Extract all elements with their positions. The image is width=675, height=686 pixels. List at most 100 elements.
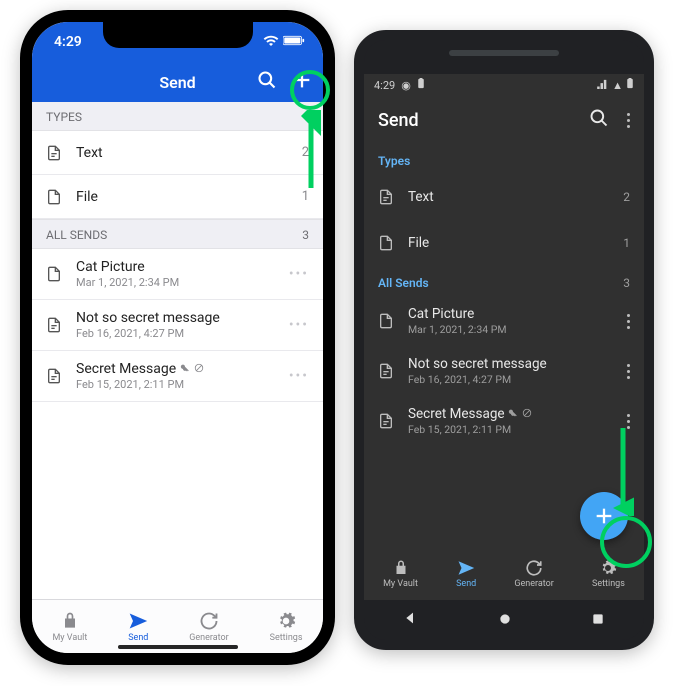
text-icon — [46, 145, 64, 161]
android-clock: 4:29 — [374, 79, 395, 92]
tab-label: Settings — [270, 633, 303, 643]
tab-send[interactable]: Send — [456, 559, 476, 589]
row-label: Text — [408, 189, 434, 205]
tab-send[interactable]: Send — [128, 611, 148, 643]
send-timestamp: Feb 16, 2021, 4:27 PM — [76, 327, 220, 340]
row-label: File — [76, 189, 98, 205]
status-dnd-icon: ◉ — [401, 79, 411, 92]
wifi-icon — [263, 34, 279, 50]
row-label: Text — [76, 145, 103, 161]
section-label: ALL SENDS — [46, 228, 107, 242]
tab-label: My Vault — [383, 579, 418, 589]
send-title: Not so secret message — [408, 356, 547, 372]
file-icon — [46, 266, 64, 282]
ios-page-title: Send — [159, 73, 195, 92]
tab-label: Send — [128, 633, 148, 643]
row-count: 1 — [302, 189, 309, 204]
android-appbar: Send — [364, 96, 644, 144]
row-count: 2 — [302, 145, 309, 160]
tab-label: Generator — [514, 579, 553, 589]
more-icon[interactable]: ••• — [289, 368, 309, 384]
iphone-frame: 4:29 Send TYPES Text — [20, 10, 335, 665]
send-timestamp: Feb 15, 2021, 2:11 PM — [76, 378, 204, 391]
send-timestamp: Feb 15, 2021, 2:11 PM — [408, 423, 532, 436]
nav-recents-icon[interactable] — [591, 611, 605, 630]
add-button[interactable] — [291, 69, 313, 95]
battery-icon — [626, 78, 634, 92]
cell-icon: ▲ — [612, 79, 623, 92]
battery-icon — [283, 34, 305, 50]
android-frame: 4:29 ◉ ▲ Send — [354, 30, 654, 650]
tab-generator[interactable]: Generator — [189, 611, 228, 643]
send-timestamp: Mar 1, 2021, 2:34 PM — [408, 323, 507, 336]
section-label: Types — [378, 154, 410, 168]
ios-type-text-row[interactable]: Text 2 — [32, 131, 323, 175]
home-indicator — [118, 645, 238, 649]
add-button[interactable] — [580, 492, 628, 540]
search-icon[interactable] — [257, 70, 277, 94]
send-title: Not so secret message — [76, 310, 220, 326]
disabled-icon — [522, 406, 532, 422]
text-icon — [378, 413, 396, 429]
send-title: Secret Message — [76, 361, 204, 377]
ios-send-row[interactable]: Cat Picture Mar 1, 2021, 2:34 PM ••• — [32, 249, 323, 300]
tab-label: My Vault — [52, 633, 87, 643]
status-battery-icon — [417, 78, 425, 92]
row-label: File — [408, 235, 429, 251]
row-count: 1 — [623, 236, 630, 250]
key-icon — [508, 406, 518, 422]
text-icon — [46, 368, 64, 384]
more-icon[interactable]: ••• — [289, 266, 309, 282]
section-count: 3 — [302, 228, 309, 242]
android-section-types: Types — [364, 144, 644, 174]
tab-settings[interactable]: Settings — [592, 559, 625, 589]
tab-settings[interactable]: Settings — [270, 611, 303, 643]
file-icon — [46, 189, 64, 205]
android-type-text-row[interactable]: Text 2 — [364, 174, 644, 220]
android-screen: 4:29 ◉ ▲ Send — [364, 74, 644, 600]
file-icon — [378, 235, 396, 251]
section-count: 3 — [623, 276, 630, 290]
text-icon — [46, 317, 64, 333]
more-icon[interactable]: ••• — [289, 317, 309, 333]
ios-type-file-row[interactable]: File 1 — [32, 175, 323, 219]
android-speaker — [449, 50, 559, 56]
iphone-notch — [103, 22, 253, 48]
ios-send-row[interactable]: Secret Message Feb 15, 2021, 2:11 PM ••• — [32, 351, 323, 402]
section-label: TYPES — [46, 110, 82, 124]
tab-vault[interactable]: My Vault — [52, 611, 87, 643]
disabled-icon — [194, 363, 204, 376]
more-icon[interactable] — [627, 314, 630, 329]
android-status-bar: 4:29 ◉ ▲ — [364, 74, 644, 96]
tab-label: Settings — [592, 579, 625, 589]
android-section-allsends: All Sends 3 — [364, 266, 644, 296]
key-icon — [180, 363, 190, 376]
tab-generator[interactable]: Generator — [514, 559, 553, 589]
nav-back-icon[interactable] — [403, 610, 419, 630]
android-send-row[interactable]: Cat Picture Mar 1, 2021, 2:34 PM — [364, 296, 644, 346]
row-count: 2 — [623, 190, 630, 204]
android-send-row[interactable]: Secret Message Feb 15, 2021, 2:11 PM — [364, 396, 644, 446]
ios-section-allsends: ALL SENDS 3 — [32, 219, 323, 249]
ios-section-types: TYPES — [32, 102, 323, 131]
nav-home-icon[interactable] — [498, 611, 512, 630]
signal-icon — [597, 79, 609, 92]
send-title: Cat Picture — [76, 259, 179, 275]
section-label: All Sends — [378, 276, 429, 290]
more-icon[interactable] — [627, 414, 630, 429]
android-system-nav — [364, 600, 644, 640]
send-timestamp: Mar 1, 2021, 2:34 PM — [76, 276, 179, 289]
android-type-file-row[interactable]: File 1 — [364, 220, 644, 266]
ios-navbar: Send — [32, 62, 323, 102]
send-title: Secret Message — [408, 406, 532, 422]
android-page-title: Send — [378, 110, 419, 131]
search-icon[interactable] — [589, 108, 609, 133]
more-icon[interactable] — [627, 364, 630, 379]
text-icon — [378, 189, 396, 205]
android-send-row[interactable]: Not so secret message Feb 16, 2021, 4:27… — [364, 346, 644, 396]
text-icon — [378, 363, 396, 379]
overflow-menu-icon[interactable] — [627, 113, 630, 128]
ios-send-row[interactable]: Not so secret message Feb 16, 2021, 4:27… — [32, 300, 323, 351]
tab-vault[interactable]: My Vault — [383, 559, 418, 589]
android-tabbar: My Vault Send Generator Settings — [364, 548, 644, 600]
